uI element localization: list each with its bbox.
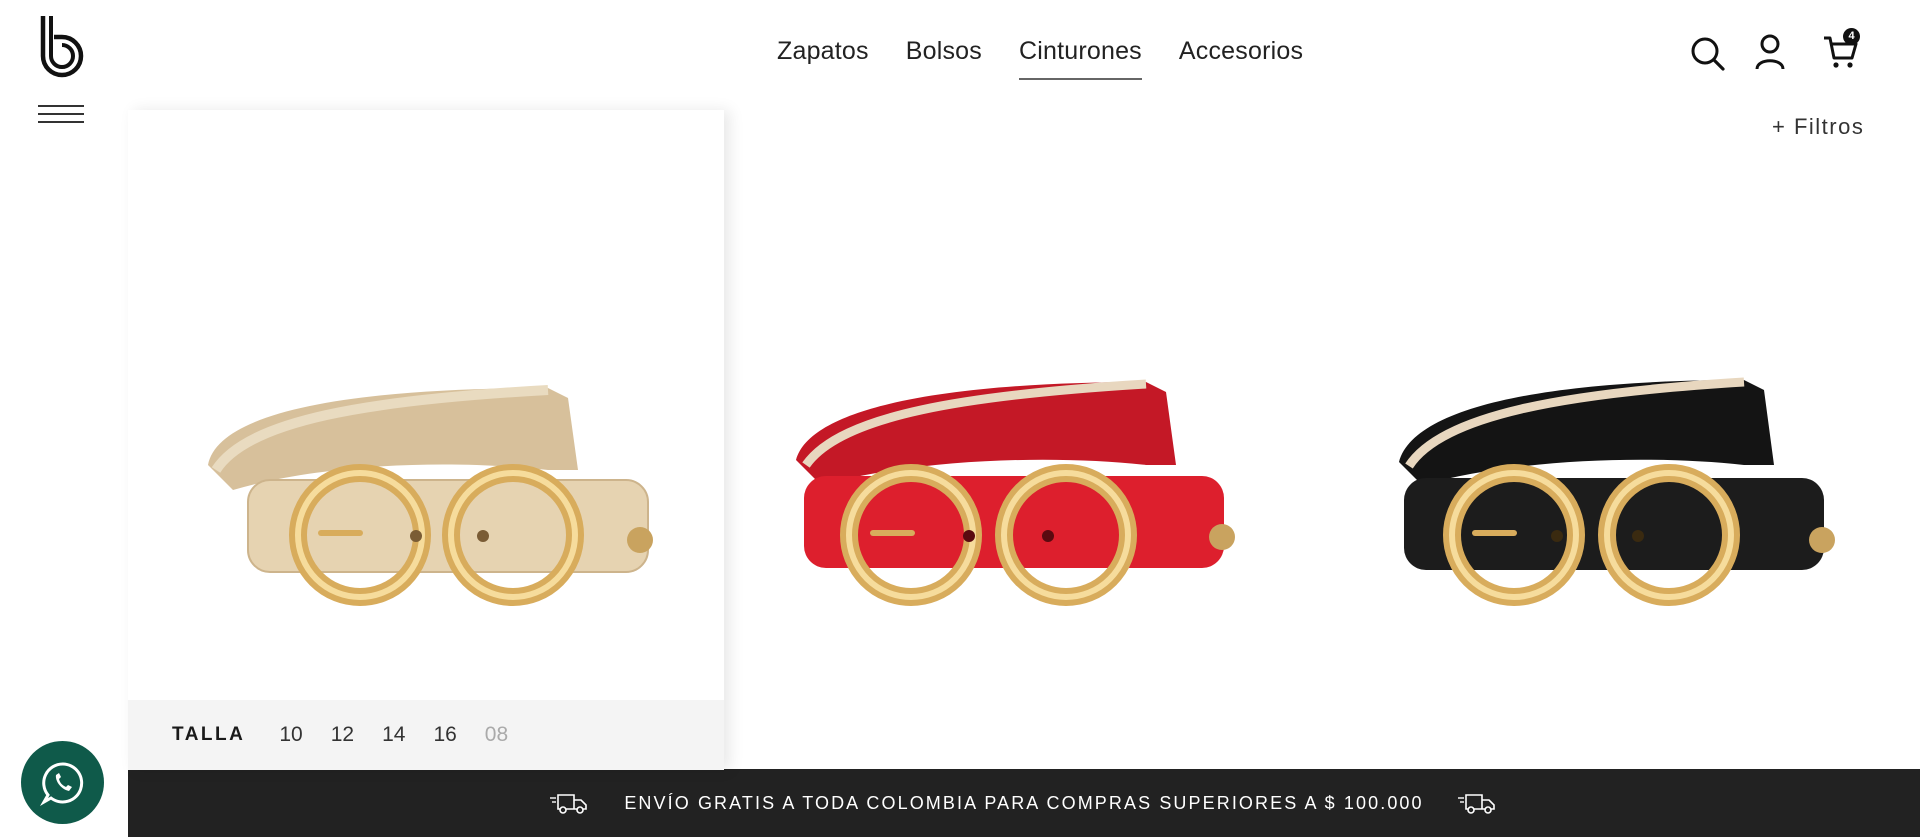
nav-item-accesorios[interactable]: Accesorios [1179, 34, 1303, 80]
delivery-truck-icon [1457, 794, 1495, 814]
menu-hamburger-icon[interactable] [38, 105, 84, 125]
size-option-16[interactable]: 16 [433, 723, 456, 747]
size-option-08: 08 [484, 723, 509, 746]
main-nav: Zapatos Bolsos Cinturones Accesorios [777, 34, 1303, 84]
free-shipping-banner: ENVÍO GRATIS A TODA COLOMBIA PARA COMPRA… [128, 769, 1920, 837]
whatsapp-icon [39, 761, 83, 806]
b-logo-icon[interactable] [40, 14, 86, 80]
user-icon[interactable] [1753, 30, 1793, 74]
cart-count-badge: 4 [1843, 28, 1860, 45]
site-header: Zapatos Bolsos Cinturones Accesorios 4 [0, 0, 1920, 123]
size-label: TALLA [172, 724, 246, 745]
search-icon[interactable] [1688, 30, 1728, 74]
size-option-12[interactable]: 12 [331, 723, 354, 747]
nav-item-cinturones[interactable]: Cinturones [1018, 34, 1142, 80]
delivery-truck-icon [550, 794, 588, 814]
belt-image-beige[interactable] [128, 110, 724, 700]
product-card-red[interactable] [726, 110, 1324, 770]
size-option-10[interactable]: 10 [279, 723, 302, 747]
product-card-black[interactable] [1324, 110, 1920, 770]
belt-image-red[interactable] [726, 110, 1324, 700]
size-option-14[interactable]: 14 [382, 723, 405, 747]
cart-icon[interactable]: 4 [1822, 28, 1862, 74]
belt-image-black[interactable] [1324, 110, 1920, 700]
whatsapp-button[interactable] [21, 741, 104, 824]
nav-item-zapatos[interactable]: Zapatos [777, 34, 869, 80]
header-icons: 4 [1680, 28, 1862, 74]
size-selector: TALLA 10 12 14 16 08 [128, 700, 724, 770]
nav-item-bolsos[interactable]: Bolsos [906, 34, 982, 80]
product-card-beige[interactable]: TALLA 10 12 14 16 08 [128, 110, 724, 770]
free-shipping-text: ENVÍO GRATIS A TODA COLOMBIA PARA COMPRA… [624, 792, 1424, 813]
